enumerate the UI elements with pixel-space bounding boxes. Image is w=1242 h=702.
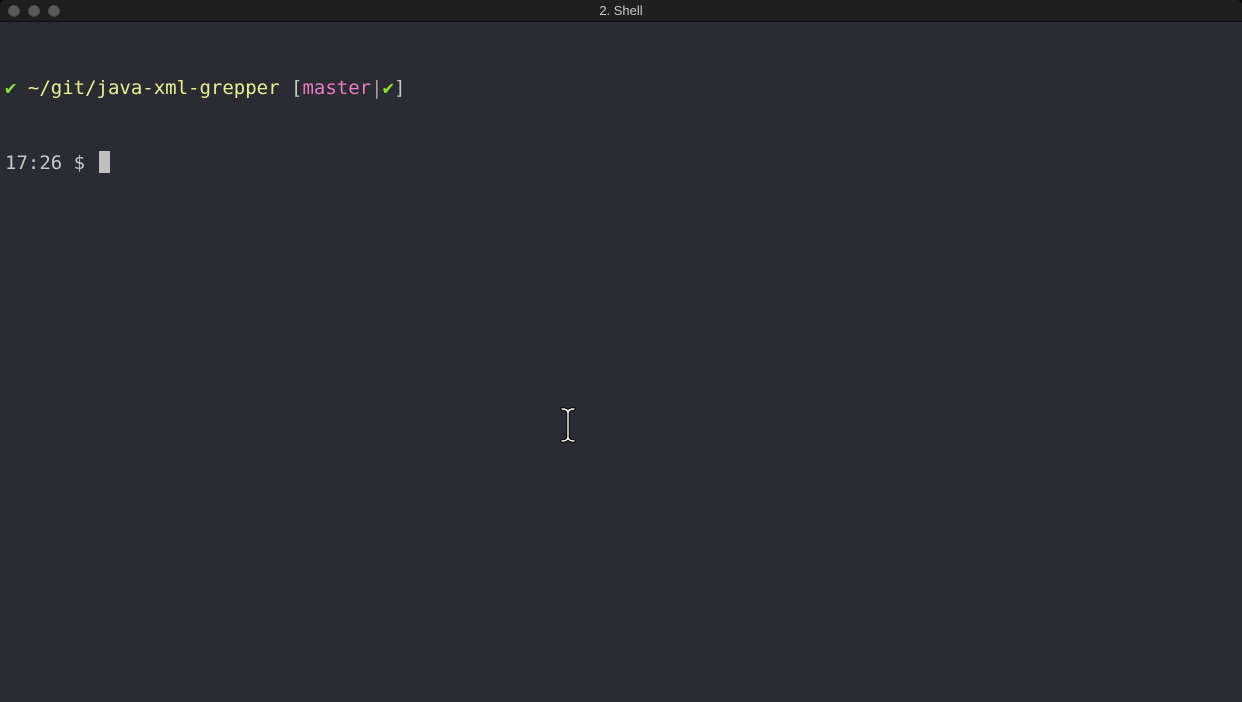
status-check-icon: ✔: [5, 77, 17, 99]
current-path: ~/git/java-xml-grepper: [27, 77, 280, 99]
input-line[interactable]: 17:26 $: [5, 151, 1242, 176]
text-cursor: [98, 151, 110, 173]
branch-separator: |: [371, 77, 383, 99]
prompt-line: ✔ ~/git/java-xml-grepper [master|✔]: [5, 76, 1242, 101]
git-clean-check-icon: ✔: [382, 77, 395, 99]
title-bar[interactable]: 2. Shell: [0, 0, 1242, 22]
ibeam-cursor-icon: [560, 407, 576, 443]
terminal-output[interactable]: ✔ ~/git/java-xml-grepper [master|✔] 17:2…: [0, 23, 1242, 702]
prompt-time: 17:26: [5, 152, 63, 174]
terminal-window: 2. Shell ✔ ~/git/java-xml-grepper [maste…: [0, 0, 1242, 702]
prompt-symbol: $: [73, 152, 86, 174]
window-title: 2. Shell: [599, 3, 643, 18]
open-bracket: [: [291, 77, 303, 99]
git-branch: master: [302, 77, 372, 99]
close-bracket: ]: [394, 77, 406, 99]
